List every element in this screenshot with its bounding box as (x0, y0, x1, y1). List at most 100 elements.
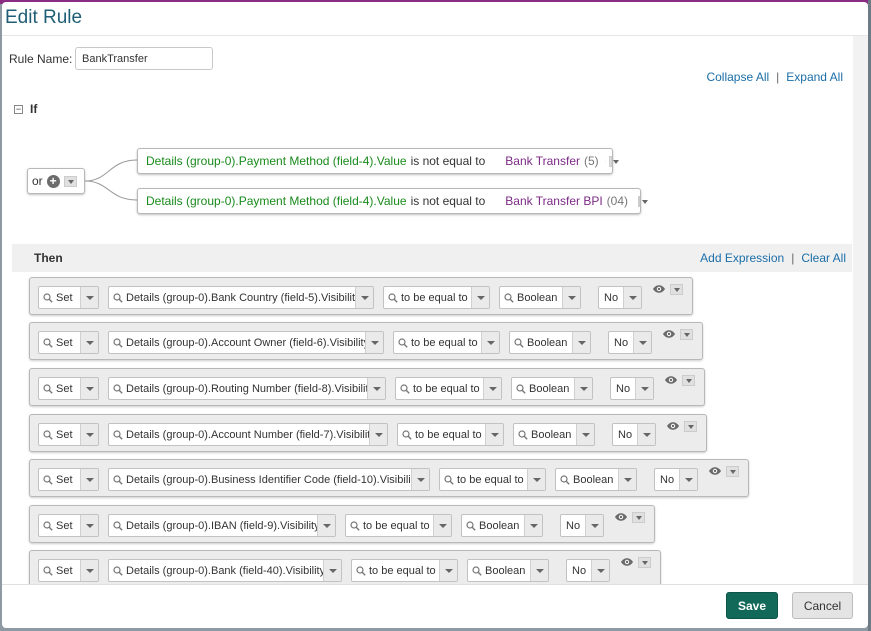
action-type-select[interactable]: Boolean (511, 377, 593, 400)
chevron-down-icon[interactable] (684, 421, 697, 432)
action-value-select[interactable]: No (598, 286, 642, 309)
eye-icon[interactable] (666, 421, 680, 431)
chevron-down-icon[interactable] (635, 378, 653, 399)
chevron-down-icon[interactable] (524, 515, 542, 536)
chevron-down-icon[interactable] (80, 469, 98, 490)
chevron-down-icon[interactable] (726, 466, 739, 477)
chevron-down-icon[interactable] (632, 512, 645, 523)
action-value-select[interactable]: No (608, 331, 652, 354)
chevron-down-icon[interactable] (369, 424, 387, 445)
chevron-down-icon[interactable] (576, 424, 594, 445)
action-verb-select[interactable]: Set (38, 514, 99, 537)
eye-icon[interactable] (652, 284, 666, 294)
action-target-select[interactable]: Details (group-0).Bank (field-40).Visibi… (108, 559, 342, 582)
action-row[interactable]: Set Details (group-0).Bank (field-40).Vis… (29, 550, 661, 584)
action-verb-select[interactable]: Set (38, 423, 99, 446)
scrollbar[interactable] (853, 36, 868, 584)
chevron-down-icon[interactable] (317, 515, 335, 536)
action-verb-select[interactable]: Set (38, 377, 99, 400)
rule-name-input[interactable] (75, 47, 213, 70)
condition-value[interactable]: Bank Transfer (505, 154, 580, 168)
action-type-select[interactable]: Boolean (555, 468, 637, 491)
action-value-select[interactable]: No (612, 423, 656, 446)
action-comparison-select[interactable]: to be equal to (383, 286, 490, 309)
chevron-down-icon[interactable] (572, 332, 590, 353)
pencil-icon[interactable] (604, 154, 606, 168)
chevron-down-icon[interactable] (323, 560, 341, 581)
chevron-down-icon[interactable] (670, 284, 683, 295)
chevron-down-icon[interactable] (80, 560, 98, 581)
cancel-button[interactable]: Cancel (792, 592, 853, 619)
eye-icon[interactable] (708, 466, 722, 476)
save-button[interactable]: Save (726, 592, 778, 619)
action-value-select[interactable]: No (654, 468, 698, 491)
chevron-down-icon[interactable] (433, 515, 451, 536)
action-target-select[interactable]: Details (group-0).Account Owner (field-6… (108, 331, 384, 354)
group-operator[interactable]: or + (27, 168, 85, 194)
chevron-down-icon[interactable] (411, 469, 429, 490)
collapse-all-link[interactable]: Collapse All (706, 70, 769, 84)
condition-field[interactable]: Details (group-0).Payment Method (field-… (146, 194, 407, 208)
action-verb-select[interactable]: Set (38, 559, 99, 582)
action-comparison-select[interactable]: to be equal to (395, 377, 502, 400)
action-row[interactable]: Set Details (group-0).Account Number (fie… (29, 414, 707, 452)
plus-circle-icon[interactable]: + (46, 174, 60, 188)
chevron-down-icon[interactable] (80, 424, 98, 445)
chevron-down-icon[interactable] (633, 332, 651, 353)
action-target-select[interactable]: Details (group-0).Account Number (field-… (108, 423, 388, 446)
action-type-select[interactable]: Boolean (461, 514, 543, 537)
clear-all-link[interactable]: Clear All (801, 251, 846, 265)
chevron-down-icon[interactable] (80, 378, 98, 399)
expand-all-link[interactable]: Expand All (786, 70, 843, 84)
chevron-down-icon[interactable] (530, 560, 548, 581)
chevron-down-icon[interactable] (638, 557, 651, 568)
chevron-down-icon[interactable] (367, 378, 385, 399)
action-row[interactable]: Set Details (group-0).Business Identifier… (29, 459, 749, 497)
chevron-down-icon[interactable] (637, 424, 655, 445)
chevron-down-icon[interactable] (80, 287, 98, 308)
condition-row[interactable]: Details (group-0).Payment Method (field-… (137, 148, 619, 174)
chevron-down-icon[interactable] (680, 329, 693, 340)
chevron-down-icon[interactable] (365, 332, 383, 353)
chevron-down-icon[interactable] (527, 469, 545, 490)
chevron-down-icon[interactable] (63, 175, 77, 187)
action-row[interactable]: Set Details (group-0).IBAN (field-9).Visi… (29, 505, 655, 543)
eye-icon[interactable] (614, 512, 628, 522)
condition-value[interactable]: Bank Transfer BPI (505, 194, 602, 208)
action-value-select[interactable]: No (560, 514, 604, 537)
chevron-down-icon[interactable] (638, 195, 649, 207)
chevron-down-icon[interactable] (679, 469, 697, 490)
chevron-down-icon[interactable] (585, 515, 603, 536)
condition-operator[interactable]: is not equal to (411, 154, 486, 168)
chevron-down-icon[interactable] (439, 560, 457, 581)
action-row[interactable]: Set Details (group-0).Bank Country (field… (29, 277, 693, 315)
chevron-down-icon[interactable] (485, 424, 503, 445)
chevron-down-icon[interactable] (80, 515, 98, 536)
chevron-down-icon[interactable] (591, 560, 609, 581)
condition-field[interactable]: Details (group-0).Payment Method (field-… (146, 154, 407, 168)
chevron-down-icon[interactable] (609, 155, 619, 167)
action-type-select[interactable]: Boolean (509, 331, 591, 354)
action-target-select[interactable]: Details (group-0).Business Identifier Co… (108, 468, 430, 491)
chevron-down-icon[interactable] (355, 287, 373, 308)
action-comparison-select[interactable]: to be equal to (439, 468, 546, 491)
action-comparison-select[interactable]: to be equal to (345, 514, 452, 537)
condition-row[interactable]: Details (group-0).Payment Method (field-… (137, 188, 649, 214)
action-verb-select[interactable]: Set (38, 331, 99, 354)
action-comparison-select[interactable]: to be equal to (393, 331, 500, 354)
action-verb-select[interactable]: Set (38, 468, 99, 491)
chevron-down-icon[interactable] (682, 375, 695, 386)
chevron-down-icon[interactable] (80, 332, 98, 353)
action-comparison-select[interactable]: to be equal to (397, 423, 504, 446)
chevron-down-icon[interactable] (481, 332, 499, 353)
eye-icon[interactable] (664, 375, 678, 385)
action-row[interactable]: Set Details (group-0).Account Owner (fiel… (29, 322, 703, 360)
action-type-select[interactable]: Boolean (467, 559, 549, 582)
eye-icon[interactable] (620, 557, 634, 567)
chevron-down-icon[interactable] (483, 378, 501, 399)
chevron-down-icon[interactable] (618, 469, 636, 490)
condition-operator[interactable]: is not equal to (411, 194, 486, 208)
action-value-select[interactable]: No (566, 559, 610, 582)
action-verb-select[interactable]: Set (38, 286, 99, 309)
action-type-select[interactable]: Boolean (513, 423, 595, 446)
